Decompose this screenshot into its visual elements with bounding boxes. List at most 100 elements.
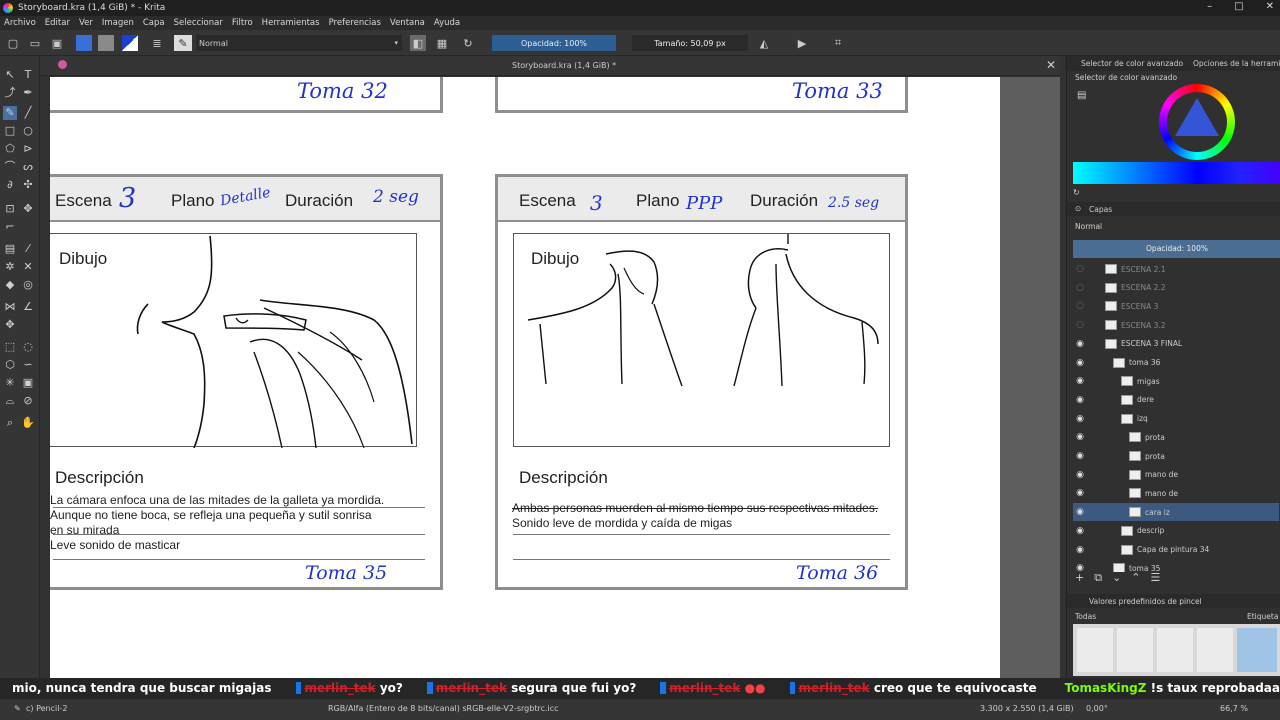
blend-mode-select[interactable]: Normal ▾ xyxy=(196,35,402,51)
transform-tool-icon[interactable]: ⊡ xyxy=(3,202,17,216)
layer-row[interactable]: ◉ migas xyxy=(1073,372,1279,390)
brush-preset-icon[interactable]: ✎ xyxy=(174,35,192,51)
menu-filtro[interactable]: Filtro xyxy=(232,18,253,28)
line-tool-icon[interactable]: ╱ xyxy=(21,106,35,120)
freehand-brush-icon[interactable]: ✎ xyxy=(3,106,17,120)
alpha-lock-icon[interactable]: ▦ xyxy=(434,35,450,51)
assistant-tool-icon[interactable]: ⋈ xyxy=(3,300,17,314)
eye-hidden-icon[interactable]: ○ xyxy=(1073,264,1087,274)
brush-preset-selected[interactable] xyxy=(1237,628,1277,672)
close-icon[interactable]: ✕ xyxy=(1266,1,1274,12)
contiguous-select-icon[interactable]: ✳ xyxy=(3,376,17,390)
layer-row[interactable]: ◉ izq xyxy=(1073,410,1279,428)
gradient-tool-icon[interactable]: ▤ xyxy=(3,242,17,256)
layer-row[interactable]: ○ ESCENA 3 xyxy=(1073,297,1279,315)
add-layer-icon[interactable]: + xyxy=(1075,571,1084,585)
rect-select-icon[interactable]: ⬚ xyxy=(3,340,17,354)
document-tab[interactable]: Storyboard.kra (1,4 GiB) * xyxy=(512,61,616,70)
canvas[interactable]: Toma 32 Toma 33 Escena 3 Plano Detalle D… xyxy=(50,77,1000,682)
eye-icon[interactable]: ◉ xyxy=(1073,414,1087,424)
menu-seleccionar[interactable]: Seleccionar xyxy=(174,18,223,28)
status-zoom[interactable]: 66,7 % xyxy=(1220,704,1248,713)
eye-icon[interactable]: ◉ xyxy=(1073,470,1087,480)
polygon-tool-icon[interactable]: ⬠ xyxy=(3,142,17,156)
bezier-select-icon[interactable]: ⌓ xyxy=(3,394,17,408)
mirror-vertical-icon[interactable]: ▶ xyxy=(794,35,810,51)
brush-filter-select[interactable]: Todas xyxy=(1075,612,1096,621)
status-rotation[interactable]: 0,00° xyxy=(1086,704,1108,713)
color-wheel[interactable] xyxy=(1159,84,1235,160)
menu-ventana[interactable]: Ventana xyxy=(390,18,425,28)
gradient-icon[interactable] xyxy=(76,35,92,51)
eye-icon[interactable]: ◉ xyxy=(1073,545,1087,555)
bezier-tool-icon[interactable]: ⌒ xyxy=(3,160,17,174)
multibrush-icon[interactable]: ✣ xyxy=(21,178,35,192)
menu-herramientas[interactable]: Herramientas xyxy=(262,18,320,28)
eye-hidden-icon[interactable]: ○ xyxy=(1073,320,1087,330)
duplicate-layer-icon[interactable]: ⧉ xyxy=(1094,571,1102,585)
eye-icon[interactable]: ◉ xyxy=(1073,395,1087,405)
brush-settings-icon[interactable]: ≣ xyxy=(150,35,164,51)
save-icon[interactable]: ▣ xyxy=(50,35,64,51)
crop-tool-icon[interactable]: ⌐ xyxy=(3,220,17,234)
crop-icon[interactable]: ⌗ xyxy=(830,35,846,51)
freehand-select-icon[interactable]: ∽ xyxy=(21,358,35,372)
menu-archivo[interactable]: Archivo xyxy=(4,18,36,28)
pattern-icon[interactable] xyxy=(98,35,114,51)
color-picker-icon[interactable]: ⁄ xyxy=(21,242,35,256)
layer-row[interactable]: ○ ESCENA 3.2 xyxy=(1073,316,1279,334)
colorize-mask-icon[interactable]: ✲ xyxy=(3,260,17,274)
layer-row[interactable]: ◉ Capa de pintura 34 xyxy=(1073,541,1279,559)
eye-icon[interactable]: ◉ xyxy=(1073,376,1087,386)
layer-row[interactable]: ◉ mano de xyxy=(1073,484,1279,502)
magnetic-select-icon[interactable]: ⊘ xyxy=(21,394,35,408)
eye-hidden-icon[interactable]: ○ xyxy=(1073,283,1087,293)
layer-row[interactable]: ◉ prota xyxy=(1073,428,1279,446)
reload-preset-icon[interactable]: ↻ xyxy=(460,35,476,51)
color-triangle[interactable] xyxy=(1175,98,1219,136)
edit-shapes-icon[interactable]: ⤴ xyxy=(3,86,17,100)
pan-tool-icon[interactable]: ✋ xyxy=(21,416,35,430)
brush-tag-select[interactable]: Etiqueta xyxy=(1247,612,1278,621)
menu-ayuda[interactable]: Ayuda xyxy=(434,18,460,28)
measure-tool-icon[interactable]: ∠ xyxy=(21,300,35,314)
layer-properties-icon[interactable]: ☰ xyxy=(1151,571,1161,585)
layers-lock-icon[interactable]: ⊙ xyxy=(1075,204,1081,213)
close-document-icon[interactable]: ✕ xyxy=(1046,58,1056,72)
brush-preset-pencil-2[interactable] xyxy=(1117,628,1153,672)
eraser-icon[interactable]: ◧ xyxy=(410,35,426,51)
layer-row[interactable]: ◉ cara iz xyxy=(1073,503,1279,522)
smart-patch-icon[interactable]: ✕ xyxy=(21,260,35,274)
zoom-tool-icon[interactable]: ⌕ xyxy=(3,416,17,430)
brush-preset-pencil[interactable] xyxy=(1077,628,1113,672)
select-shapes-icon[interactable]: ↖ xyxy=(3,68,17,82)
size-slider[interactable]: Tamaño: 50,09 px xyxy=(632,35,748,51)
eye-icon[interactable]: ◉ xyxy=(1073,432,1087,442)
layer-blend-mode[interactable]: Normal xyxy=(1075,222,1102,231)
layer-opacity-slider[interactable]: Opacidad: 100% xyxy=(1073,240,1280,258)
layer-row[interactable]: ○ ESCENA 2.1 xyxy=(1073,260,1279,278)
text-tool-icon[interactable]: T xyxy=(21,68,35,82)
move-tool-icon[interactable]: ✥ xyxy=(21,202,35,216)
eye-icon[interactable]: ◉ xyxy=(1073,526,1087,536)
layer-row[interactable]: ◉ ESCENA 3 FINAL xyxy=(1073,335,1279,353)
refresh-icon[interactable]: ↻ xyxy=(1073,188,1080,197)
menu-capa[interactable]: Capa xyxy=(143,18,165,28)
menu-preferencias[interactable]: Preferencias xyxy=(329,18,381,28)
layer-row[interactable]: ◉ toma 36 xyxy=(1073,354,1279,372)
enclose-fill-icon[interactable]: ◎ xyxy=(21,278,35,292)
eye-icon[interactable]: ◉ xyxy=(1073,358,1087,368)
menu-editar[interactable]: Editar xyxy=(45,18,70,28)
eye-icon[interactable]: ◉ xyxy=(1073,451,1087,461)
brush-preset-ink[interactable] xyxy=(1197,628,1233,672)
layer-row[interactable]: ◉ prota xyxy=(1073,447,1279,465)
layer-row[interactable]: ◉ mano de xyxy=(1073,466,1279,484)
color-history-strip[interactable] xyxy=(1073,162,1280,184)
eye-hidden-icon[interactable]: ○ xyxy=(1073,301,1087,311)
ellipse-tool-icon[interactable]: ○ xyxy=(21,124,35,138)
opacity-slider[interactable]: Opacidad: 100% xyxy=(492,35,616,51)
eye-icon[interactable]: ◉ xyxy=(1073,339,1087,349)
ellipse-select-icon[interactable]: ◌ xyxy=(21,340,35,354)
polygon-select-icon[interactable]: ⬡ xyxy=(3,358,17,372)
tab-color-selector[interactable]: Selector de color avanzado xyxy=(1081,59,1183,68)
